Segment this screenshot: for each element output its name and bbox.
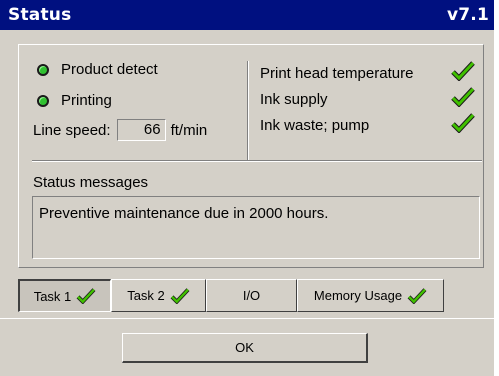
indicator-label: Product detect (61, 61, 158, 78)
check-ink-supply: Ink supply (260, 87, 475, 111)
check-ink-waste-pump: Ink waste; pump (260, 113, 475, 137)
window-title: Status (8, 5, 72, 25)
task-tab-bar: Task 1 Task 2 I/O Memory Usage (18, 279, 444, 312)
line-speed-row: Line speed: 66 ft/min (33, 119, 207, 141)
status-panel: Product detect Printing Line speed: 66 f… (18, 44, 484, 268)
check-print-head-temperature: Print head temperature (260, 61, 475, 85)
tab-io[interactable]: I/O (206, 279, 297, 312)
status-window: Status v7.1 Product detect Printing Line… (0, 0, 494, 376)
tab-label: I/O (242, 288, 261, 303)
horizontal-divider (32, 160, 482, 162)
checkmark-icon (407, 287, 427, 304)
indicator-label: Printing (61, 92, 112, 109)
checkmark-icon (170, 287, 190, 304)
status-message-text: Preventive maintenance due in 2000 hours… (39, 205, 329, 222)
version-label: v7.1 (447, 5, 489, 25)
check-label: Print head temperature (260, 64, 414, 82)
status-messages-box: Preventive maintenance due in 2000 hours… (32, 196, 480, 259)
check-label: Ink waste; pump (260, 116, 370, 134)
indicator-led-icon (37, 94, 49, 107)
title-bar: Status v7.1 (0, 0, 494, 30)
indicator-led-icon (37, 63, 49, 76)
checkmark-icon (451, 61, 475, 85)
indicator-printing: Printing (37, 92, 112, 109)
status-messages-heading: Status messages (33, 174, 148, 191)
vertical-divider (247, 61, 249, 161)
checkmark-icon (76, 288, 96, 304)
line-speed-value: 66 (116, 119, 166, 141)
tab-task-2[interactable]: Task 2 (111, 279, 206, 312)
tab-memory-usage[interactable]: Memory Usage (297, 279, 444, 312)
tab-label: Task 1 (33, 288, 72, 304)
status-messages-label: Status messages (33, 174, 149, 191)
checkmark-icon (451, 87, 475, 111)
line-speed-unit: ft/min (170, 121, 208, 139)
checkmark-icon (451, 113, 475, 137)
tab-label: Task 2 (127, 288, 165, 303)
tab-label: Memory Usage (313, 288, 403, 303)
tab-task-1[interactable]: Task 1 (18, 279, 111, 312)
indicator-product-detect: Product detect (37, 61, 158, 78)
line-speed-label: Line speed: (33, 121, 111, 139)
ok-button[interactable]: OK (122, 333, 368, 363)
check-label: Ink supply (260, 90, 328, 108)
